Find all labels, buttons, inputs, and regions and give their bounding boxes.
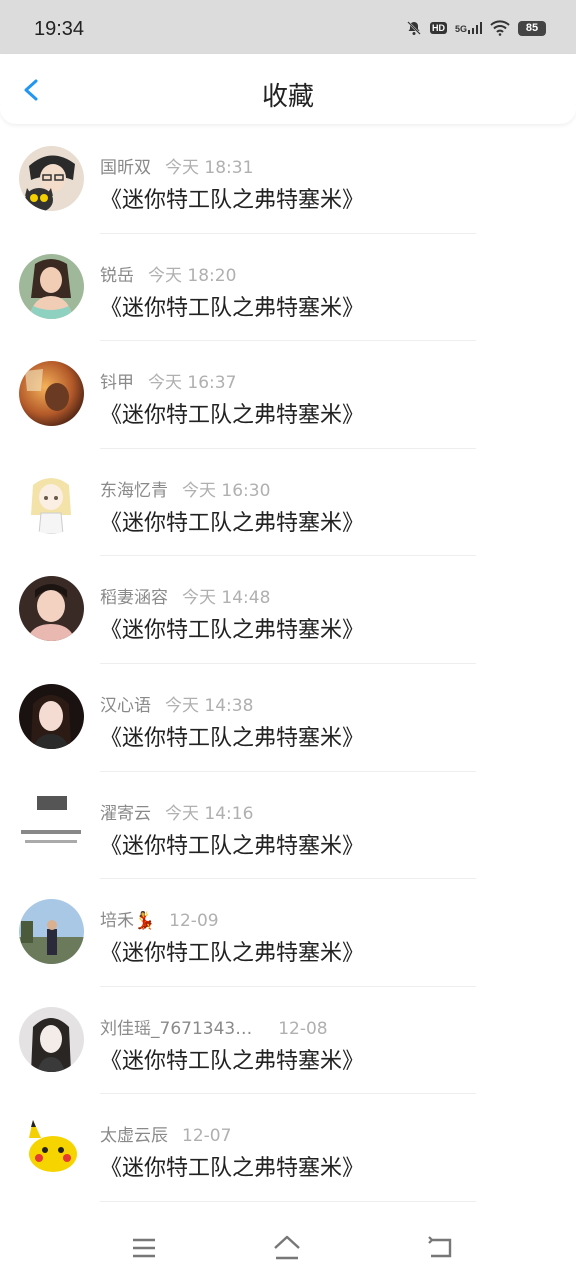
item-subject: 《迷你特工队之弗特塞米》 <box>100 618 365 644</box>
list-item[interactable]: 锐岳 今天 18:20 《迷你特工队之弗特塞米》 <box>0 234 576 342</box>
page-title: 收藏 <box>261 82 314 112</box>
mute-icon <box>407 21 421 35</box>
list-item[interactable]: 钭甲 今天 16:37 《迷你特工队之弗特塞米》 <box>0 341 576 449</box>
item-meta: 濯寄云 今天 14:16 <box>100 799 253 824</box>
item-time: 12-07 <box>182 1126 232 1147</box>
wifi-icon <box>490 20 510 36</box>
status-icons: HD 5G 85 <box>406 20 546 36</box>
hd-icon: HD <box>429 22 447 34</box>
battery-icon: 85 <box>518 20 546 36</box>
item-subject: 《迷你特工队之弗特塞米》 <box>100 1156 365 1182</box>
avatar[interactable] <box>19 791 84 857</box>
divider <box>100 1200 476 1202</box>
user-name: 濯寄云 <box>100 803 151 824</box>
user-name: 国昕双 <box>100 158 151 178</box>
recent-apps-button[interactable] <box>130 1234 160 1262</box>
item-subject: 《迷你特工队之弗特塞米》 <box>100 833 365 859</box>
list-item[interactable]: 国昕双 今天 18:31 《迷你特工队之弗特塞米》 <box>0 126 576 234</box>
item-meta: 太虚云辰 12-07 <box>100 1121 231 1146</box>
status-time: 19:34 <box>34 18 85 40</box>
item-subject: 《迷你特工队之弗特塞米》 <box>100 403 365 429</box>
list-item[interactable]: 刘佳瑶_7671343… 12-08 《迷你特工队之弗特塞米》 <box>0 987 576 1095</box>
item-subject: 《迷你特工队之弗特塞米》 <box>100 941 365 967</box>
item-subject: 《迷你特工队之弗特塞米》 <box>100 1048 365 1074</box>
avatar[interactable] <box>19 361 84 427</box>
list-item[interactable]: 培禾💃 12-09 《迷你特工队之弗特塞米》 <box>0 879 576 987</box>
item-time: 12-09 <box>169 911 219 932</box>
item-time: 今天 18:20 <box>148 265 237 286</box>
navigation-bar <box>0 1216 576 1280</box>
avatar[interactable] <box>19 253 84 319</box>
avatar[interactable] <box>19 146 84 211</box>
top-bar: 收藏 <box>0 54 576 124</box>
item-time: 今天 16:37 <box>148 373 237 394</box>
avatar[interactable] <box>19 576 84 642</box>
home-button[interactable] <box>272 1234 302 1262</box>
system-back-button[interactable] <box>426 1234 456 1262</box>
status-bar: 19:34 HD 5G 85 <box>0 0 576 54</box>
item-time: 今天 18:31 <box>165 158 254 178</box>
item-meta: 国昕双 今天 18:31 <box>100 153 253 178</box>
item-time: 今天 16:30 <box>182 480 271 501</box>
user-name: 稻妻涵容 <box>100 588 168 609</box>
item-meta: 钭甲 今天 16:37 <box>100 368 236 393</box>
avatar[interactable] <box>19 1114 84 1180</box>
item-time: 今天 14:16 <box>165 803 254 824</box>
home-icon <box>274 1235 300 1260</box>
item-time: 今天 14:48 <box>182 588 271 609</box>
item-meta: 汉心语 今天 14:38 <box>100 691 253 716</box>
favorites-list: 国昕双 今天 18:31 《迷你特工队之弗特塞米》 锐岳 今天 18:20 《迷你特… <box>0 126 576 1202</box>
list-item[interactable]: 濯寄云 今天 14:16 《迷你特工队之弗特塞米》 <box>0 772 576 880</box>
list-item[interactable]: 汉心语 今天 14:38 《迷你特工队之弗特塞米》 <box>0 664 576 772</box>
user-name: 刘佳瑶_7671343… <box>100 1018 253 1039</box>
network-5g-icon: 5G <box>455 22 482 34</box>
item-subject: 《迷你特工队之弗特塞米》 <box>100 188 365 213</box>
user-name: 钭甲 <box>100 373 134 394</box>
item-subject: 《迷你特工队之弗特塞米》 <box>100 295 365 321</box>
user-name: 培禾💃 <box>100 911 156 932</box>
item-meta: 培禾💃 12-09 <box>100 906 219 931</box>
item-meta: 锐岳 今天 18:20 <box>100 261 236 286</box>
user-name: 东海忆青 <box>100 480 168 501</box>
item-meta: 稻妻涵容 今天 14:48 <box>100 583 270 608</box>
back-icon <box>428 1236 452 1258</box>
list-item[interactable]: 太虚云辰 12-07 《迷你特工队之弗特塞米》 <box>0 1094 576 1202</box>
user-name: 锐岳 <box>100 265 134 286</box>
menu-icon <box>133 1238 155 1258</box>
signal-icon <box>468 22 482 34</box>
user-name: 太虚云辰 <box>100 1126 168 1147</box>
network-label: 5G <box>454 24 467 34</box>
avatar[interactable] <box>19 899 84 965</box>
item-meta: 东海忆青 今天 16:30 <box>100 476 270 501</box>
item-meta: 刘佳瑶_7671343… 12-08 <box>100 1014 328 1039</box>
item-time: 12-08 <box>278 1018 328 1039</box>
avatar[interactable] <box>19 1006 84 1072</box>
avatar[interactable] <box>19 683 84 749</box>
list-item[interactable]: 东海忆青 今天 16:30 《迷你特工队之弗特塞米》 <box>0 449 576 557</box>
list-item[interactable]: 稻妻涵容 今天 14:48 《迷你特工队之弗特塞米》 <box>0 556 576 664</box>
user-name: 汉心语 <box>100 695 151 716</box>
item-time: 今天 14:38 <box>165 695 254 716</box>
item-subject: 《迷你特工队之弗特塞米》 <box>100 725 365 751</box>
item-subject: 《迷你特工队之弗特塞米》 <box>100 510 365 536</box>
avatar[interactable] <box>19 468 84 534</box>
